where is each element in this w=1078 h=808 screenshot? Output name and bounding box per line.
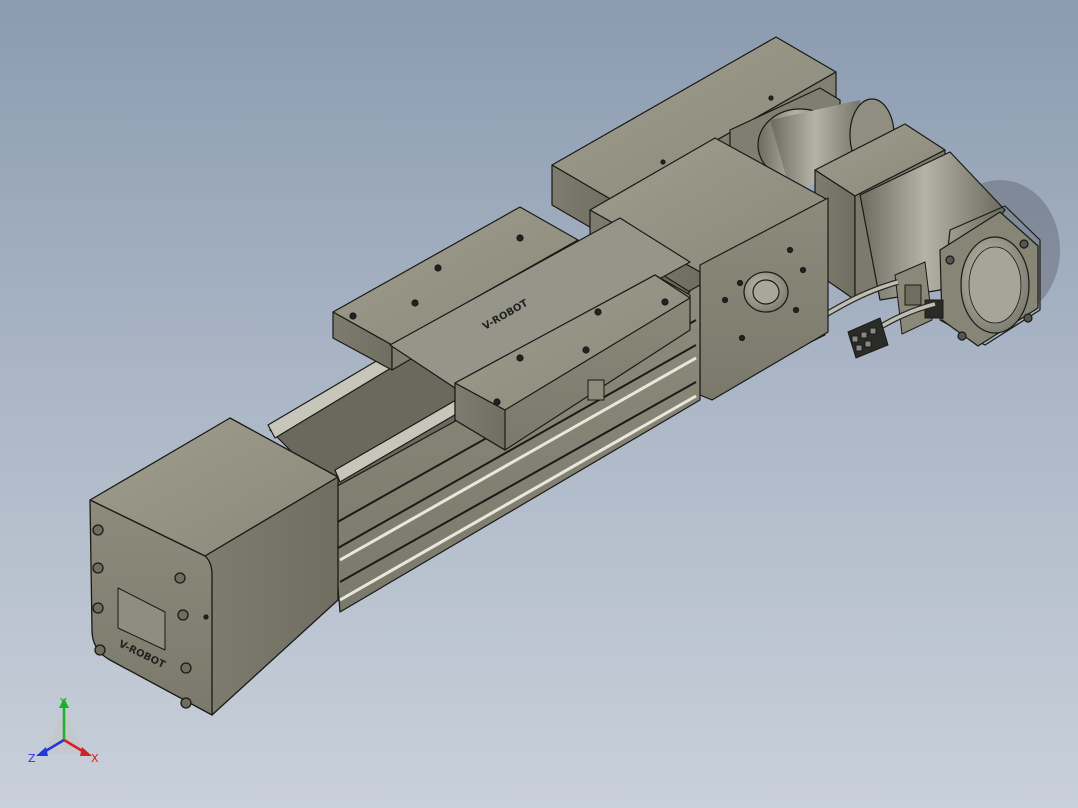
y-axis-label: Y	[59, 696, 67, 709]
linear-module-model[interactable]: V-ROBOT V-ROBOT	[0, 0, 1078, 808]
encoder-connector[interactable]	[847, 317, 889, 359]
z-axis-label: Z	[28, 752, 36, 765]
x-axis-label: X	[91, 752, 99, 765]
orientation-triad[interactable]: Y X Z	[28, 694, 108, 770]
cad-graphics-viewport[interactable]: V-ROBOT V-ROBOT Y X Z	[0, 0, 1078, 808]
front-end-cap[interactable]: V-ROBOT	[89, 417, 339, 716]
